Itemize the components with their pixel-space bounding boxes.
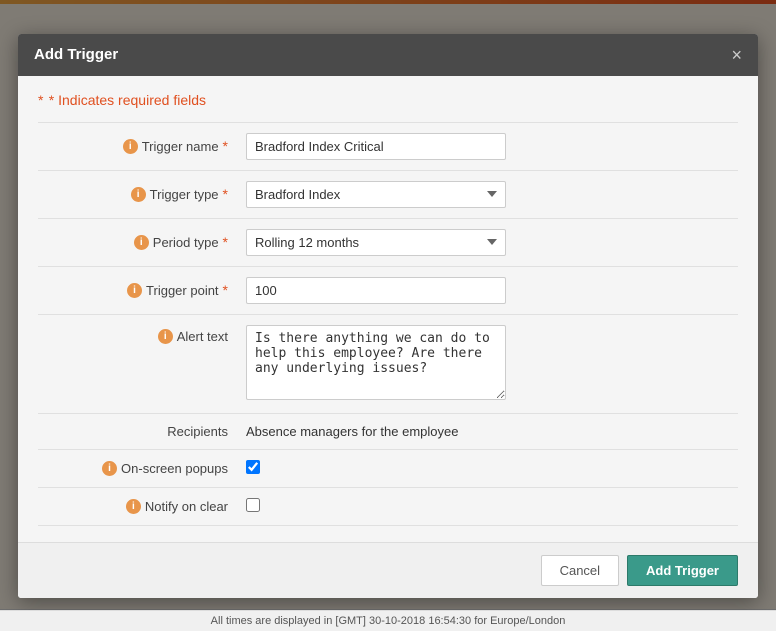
alert-text-label: Alert text — [177, 329, 228, 344]
cancel-button[interactable]: Cancel — [541, 555, 619, 586]
trigger-type-row: i Trigger type * Bradford Index — [38, 170, 738, 218]
notify-on-clear-label-cell: i Notify on clear — [38, 499, 238, 514]
on-screen-popups-label-cell: i On-screen popups — [38, 461, 238, 476]
trigger-type-control: Bradford Index — [238, 181, 738, 208]
add-trigger-button[interactable]: Add Trigger — [627, 555, 738, 586]
period-type-select[interactable]: Rolling 12 months — [246, 229, 506, 256]
recipients-control: Absence managers for the employee — [238, 424, 738, 439]
alert-text-textarea[interactable]: Is there anything we can do to help this… — [246, 325, 506, 400]
modal-title: Add Trigger — [34, 46, 118, 63]
trigger-point-label: Trigger point — [146, 283, 219, 298]
alert-text-control: Is there anything we can do to help this… — [238, 325, 738, 403]
status-bar: All times are displayed in [GMT] 30-10-2… — [0, 610, 776, 631]
trigger-type-label-cell: i Trigger type * — [38, 186, 238, 202]
notify-on-clear-info-icon: i — [126, 499, 141, 514]
required-star: * — [38, 92, 43, 108]
on-screen-popups-row: i On-screen popups — [38, 449, 738, 487]
required-fields-note: * * Indicates required fields — [38, 92, 738, 108]
on-screen-popups-info-icon: i — [102, 461, 117, 476]
trigger-name-required: * — [223, 138, 228, 154]
notify-on-clear-control — [238, 498, 738, 515]
trigger-point-info-icon: i — [127, 283, 142, 298]
alert-text-label-cell: i Alert text — [38, 325, 238, 344]
add-trigger-modal: Add Trigger × * * Indicates required fie… — [18, 34, 758, 598]
trigger-name-label: Trigger name — [142, 139, 219, 154]
modal-body: * * Indicates required fields i Trigger … — [18, 76, 758, 542]
period-type-control: Rolling 12 months — [238, 229, 738, 256]
trigger-name-input[interactable] — [246, 133, 506, 160]
recipients-label-cell: Recipients — [38, 424, 238, 439]
modal-header: Add Trigger × — [18, 34, 758, 76]
trigger-point-input[interactable] — [246, 277, 506, 304]
trigger-name-label-cell: i Trigger name * — [38, 138, 238, 154]
modal-close-button[interactable]: × — [731, 46, 742, 64]
trigger-point-control — [238, 277, 738, 304]
period-type-label: Period type — [153, 235, 219, 250]
trigger-name-row: i Trigger name * — [38, 122, 738, 170]
status-bar-text: All times are displayed in [GMT] 30-10-2… — [211, 615, 566, 627]
trigger-name-control — [238, 133, 738, 160]
trigger-point-required: * — [223, 282, 228, 298]
notify-on-clear-label: Notify on clear — [145, 499, 228, 514]
alert-text-row: i Alert text Is there anything we can do… — [38, 314, 738, 413]
trigger-type-required: * — [223, 186, 228, 202]
trigger-point-row: i Trigger point * — [38, 266, 738, 314]
recipients-label: Recipients — [167, 424, 228, 439]
modal-footer: Cancel Add Trigger — [18, 542, 758, 598]
period-type-label-cell: i Period type * — [38, 234, 238, 250]
modal-overlay: Add Trigger × * * Indicates required fie… — [0, 0, 776, 631]
on-screen-popups-control — [238, 460, 738, 477]
trigger-type-info-icon: i — [131, 187, 146, 202]
recipients-row: Recipients Absence managers for the empl… — [38, 413, 738, 449]
trigger-type-select[interactable]: Bradford Index — [246, 181, 506, 208]
period-type-required: * — [223, 234, 228, 250]
notify-on-clear-row: i Notify on clear — [38, 487, 738, 526]
trigger-point-label-cell: i Trigger point * — [38, 282, 238, 298]
notify-on-clear-checkbox[interactable] — [246, 498, 260, 512]
on-screen-popups-checkbox[interactable] — [246, 460, 260, 474]
period-type-row: i Period type * Rolling 12 months — [38, 218, 738, 266]
recipients-value: Absence managers for the employee — [246, 424, 458, 439]
trigger-name-info-icon: i — [123, 139, 138, 154]
alert-text-info-icon: i — [158, 329, 173, 344]
period-type-info-icon: i — [134, 235, 149, 250]
trigger-type-label: Trigger type — [150, 187, 219, 202]
on-screen-popups-label: On-screen popups — [121, 461, 228, 476]
